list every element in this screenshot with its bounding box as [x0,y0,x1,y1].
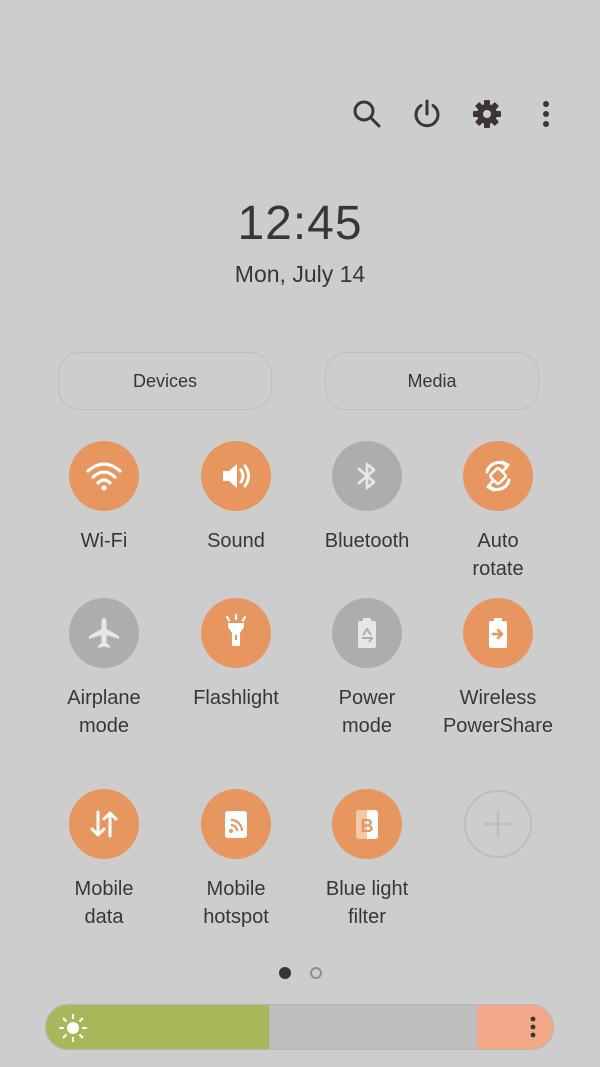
tile-sound-label: Sound [207,530,265,552]
tile-wifi-circle [69,441,139,511]
search-button[interactable] [345,92,389,136]
page-dot-2[interactable] [310,967,322,979]
tile-mobile-hotspot-label: Mobile hotspot [203,878,269,928]
power-icon [414,99,440,128]
flashlight-icon [225,613,247,646]
data-arrows-icon [90,810,118,838]
tile-power-mode-circle [332,598,402,668]
blue-light-filter-icon: B [356,810,378,839]
tile-blue-light-filter-label: Blue light filter [325,878,409,928]
tile-auto-rotate[interactable]: Auto rotate [433,441,563,583]
tile-blue-light-filter-circle: B [332,789,402,859]
tile-auto-rotate-label: Auto rotate [472,530,524,580]
devices-button[interactable]: Devices [58,352,272,410]
tile-wifi-label: Wi-Fi [80,530,128,552]
tile-add-button[interactable] [433,790,563,858]
tile-auto-rotate-circle [463,441,533,511]
power-button[interactable] [405,92,449,136]
sun-icon [58,1013,88,1043]
svg-text:B: B [361,816,374,836]
add-icon [483,809,513,839]
tile-blue-light-filter[interactable]: B Blue light filter [302,789,432,931]
brightness-slider[interactable] [45,1004,554,1050]
more-vertical-icon [543,101,549,127]
hotspot-icon [225,811,247,838]
wifi-icon [86,462,122,491]
tile-sound-circle [201,441,271,511]
tile-mobile-data-circle [69,789,139,859]
battery-share-icon [489,618,507,648]
page-dot-1[interactable] [279,967,291,979]
gear-icon [473,100,501,128]
volume-icon [223,464,250,488]
tile-airplane-mode[interactable]: Airplane mode [39,598,169,740]
battery-recycle-icon [358,618,376,648]
tile-mobile-hotspot[interactable]: Mobile hotspot [171,789,301,931]
tile-wireless-powershare-circle [463,598,533,668]
tile-bluetooth-label: Bluetooth [324,530,410,552]
clock-time[interactable]: 12:45 [0,196,600,251]
settings-button[interactable] [465,92,509,136]
tile-flashlight[interactable]: Flashlight [171,598,301,712]
tile-mobile-hotspot-circle [201,789,271,859]
page-indicator [0,967,600,981]
devices-label: Devices [132,370,198,391]
tile-wifi[interactable]: Wi-Fi [39,441,169,555]
brightness-menu-button[interactable] [513,1005,553,1049]
tile-wireless-powershare-label: Wireless PowerShare [442,687,554,737]
tile-add-circle [464,790,532,858]
tile-bluetooth-circle [332,441,402,511]
search-icon [353,100,381,128]
media-button[interactable]: Media [325,352,539,410]
tile-wireless-powershare[interactable]: Wireless PowerShare [433,598,563,740]
top-action-bar [0,92,600,136]
tile-flashlight-label: Flashlight [193,687,279,709]
tile-flashlight-circle [201,598,271,668]
media-label: Media [407,370,457,391]
tile-mobile-data[interactable]: Mobile data [39,789,169,931]
clock-date[interactable]: Mon, July 14 [0,261,600,288]
more-vertical-icon [530,1016,536,1038]
tile-airplane-mode-label: Airplane mode [67,687,141,737]
tile-airplane-mode-circle [69,598,139,668]
tile-mobile-data-label: Mobile data [74,878,134,928]
auto-rotate-icon [485,460,511,492]
bluetooth-icon [357,462,376,490]
tile-sound[interactable]: Sound [171,441,301,555]
airplane-icon [89,618,119,648]
more-options-button[interactable] [524,92,568,136]
tile-power-mode[interactable]: Power mode [302,598,432,740]
tile-power-mode-label: Power mode [338,687,396,737]
tile-bluetooth[interactable]: Bluetooth [302,441,432,555]
